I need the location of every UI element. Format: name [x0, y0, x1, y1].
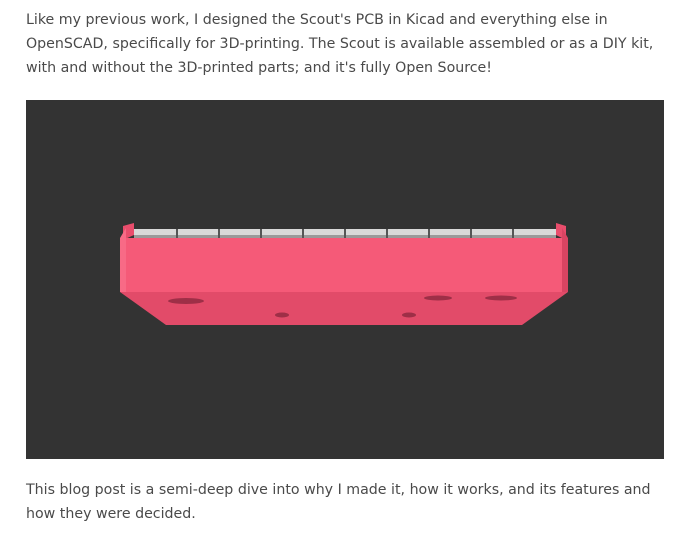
case-right-edge — [562, 228, 568, 292]
case-front-face — [120, 238, 568, 292]
mount-hole — [485, 295, 517, 301]
case-left-edge — [120, 228, 126, 292]
mount-hole — [275, 312, 289, 318]
blog-article: Like my previous work, I designed the Sc… — [0, 0, 681, 534]
intro-paragraph: Like my previous work, I designed the Sc… — [26, 12, 654, 76]
closing-paragraph: This blog post is a semi-deep dive into … — [26, 482, 651, 522]
mount-hole — [402, 312, 416, 318]
mount-hole — [168, 298, 204, 304]
mount-hole — [424, 295, 452, 301]
scout-render-figure — [26, 100, 664, 459]
scout-keyboard-render — [120, 223, 568, 325]
